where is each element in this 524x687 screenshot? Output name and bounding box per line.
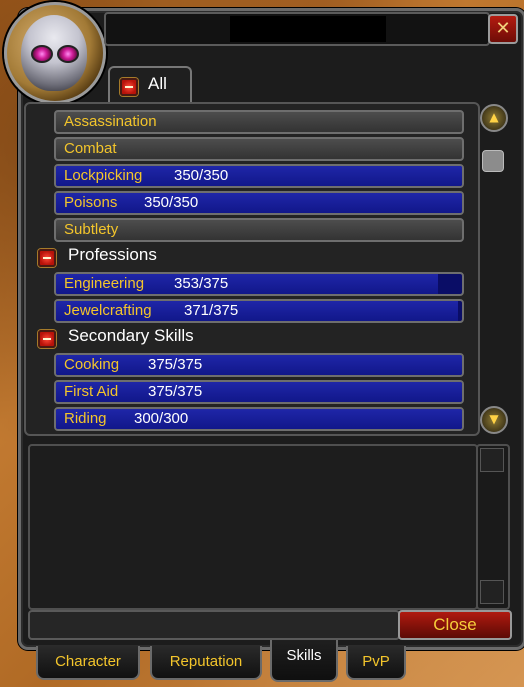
- skill-row[interactable]: Jewelcrafting 371/375: [54, 299, 464, 323]
- description-scroll-down[interactable]: [480, 580, 504, 604]
- skill-group-header[interactable]: Professions: [36, 245, 456, 267]
- skill-row[interactable]: Riding 300/300: [54, 407, 464, 431]
- skill-name: Riding: [64, 410, 107, 427]
- skill-name: First Aid: [64, 383, 119, 400]
- skill-value: 300/300: [134, 410, 189, 427]
- skill-description-panel: [28, 444, 478, 610]
- status-bar: [28, 610, 400, 640]
- skill-row[interactable]: Cooking 375/375: [54, 353, 464, 377]
- skill-name: Lockpicking: [64, 167, 143, 184]
- portrait-face: [21, 15, 87, 91]
- skill-name: Combat: [64, 140, 117, 157]
- collapse-minus-icon[interactable]: [120, 78, 138, 96]
- skill-row[interactable]: Lockpicking 350/350: [54, 164, 464, 188]
- skill-name: Poisons: [64, 194, 118, 211]
- goggle-right-icon: [57, 45, 79, 63]
- collapse-minus-icon[interactable]: [38, 249, 56, 267]
- skill-value: 350/350: [144, 194, 199, 211]
- scroll-thumb[interactable]: [482, 150, 504, 172]
- skill-name: Jewelcrafting: [64, 302, 152, 319]
- scroll-up-icon[interactable]: ▲: [480, 104, 508, 132]
- skill-value: 375/375: [148, 383, 203, 400]
- skill-group-label: Professions: [68, 245, 157, 264]
- skill-name: Subtlety: [64, 221, 119, 238]
- skill-group-header[interactable]: Secondary Skills: [36, 326, 456, 348]
- skill-row[interactable]: First Aid 375/375: [54, 380, 464, 404]
- character-portrait: [4, 2, 106, 104]
- skill-list-scrollbar[interactable]: ▲ ▼: [478, 102, 508, 434]
- skill-group-label: Secondary Skills: [68, 326, 194, 345]
- collapse-minus-icon[interactable]: [38, 330, 56, 348]
- skill-value: 350/350: [174, 167, 229, 184]
- close-button[interactable]: Close: [398, 610, 512, 640]
- skill-row[interactable]: Engineering 353/375: [54, 272, 464, 296]
- skill-row[interactable]: Poisons 350/350: [54, 191, 464, 215]
- description-scroll-up[interactable]: [480, 448, 504, 472]
- skill-value: 353/375: [174, 275, 229, 292]
- close-window-button[interactable]: ✕: [488, 14, 518, 44]
- skill-value: 375/375: [148, 356, 203, 373]
- skill-name: Engineering: [64, 275, 145, 292]
- filter-tab-all[interactable]: All: [108, 66, 192, 102]
- title-bar: [104, 12, 490, 46]
- tab-skills[interactable]: Skills: [270, 640, 338, 682]
- skill-name: Cooking: [64, 356, 120, 373]
- tab-character[interactable]: Character: [36, 646, 140, 680]
- skill-progress-fill: [56, 409, 462, 429]
- skill-value: 371/375: [184, 302, 239, 319]
- skill-name: Assassination: [64, 113, 157, 130]
- skill-category-row[interactable]: Assassination: [54, 110, 464, 134]
- tab-reputation[interactable]: Reputation: [150, 646, 262, 680]
- goggle-left-icon: [31, 45, 53, 63]
- redacted-title: [230, 16, 386, 42]
- description-scrollbar[interactable]: [476, 444, 510, 610]
- scroll-down-icon[interactable]: ▼: [480, 406, 508, 434]
- tab-pvp[interactable]: PvP: [346, 646, 406, 680]
- filter-tab-label: All: [148, 74, 167, 93]
- skill-category-row[interactable]: Combat: [54, 137, 464, 161]
- skill-category-row[interactable]: Subtlety: [54, 218, 464, 242]
